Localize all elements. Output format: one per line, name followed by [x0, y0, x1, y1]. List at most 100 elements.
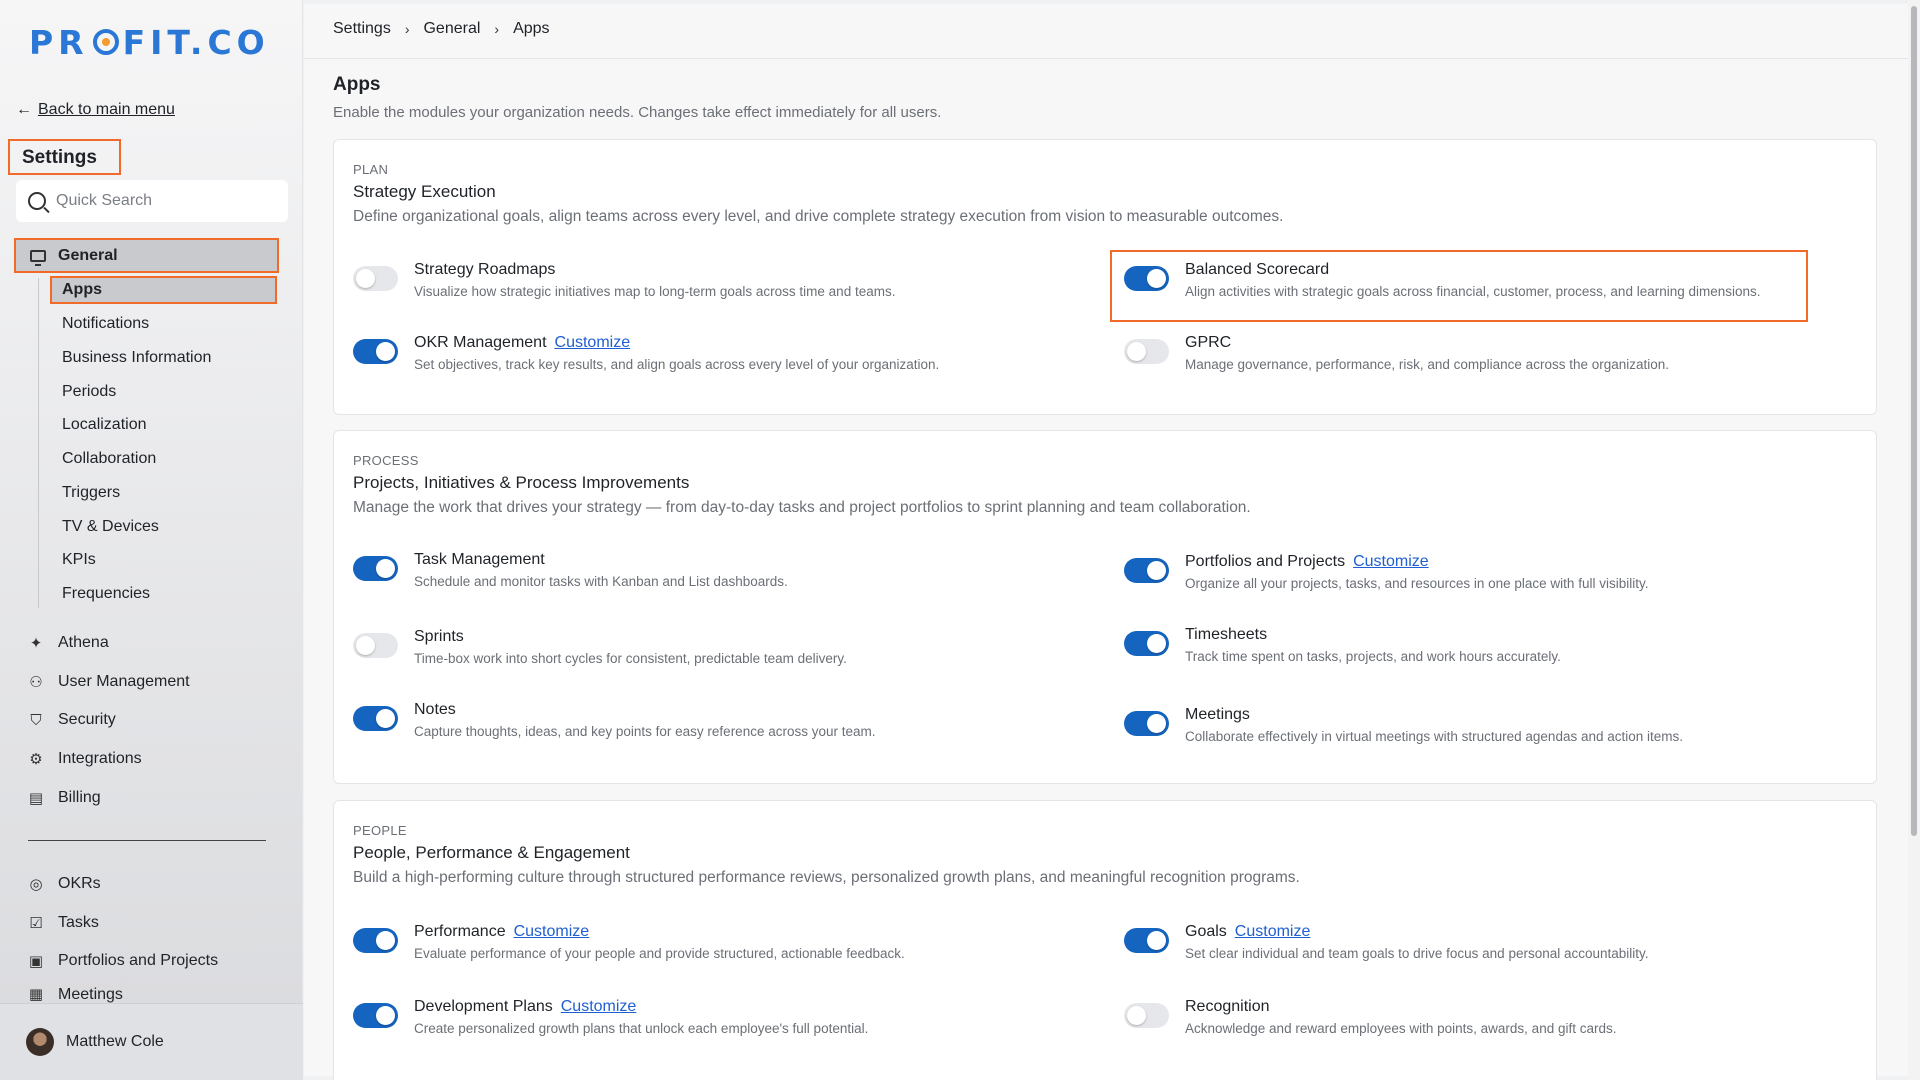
app-description: Organize all your projects, tasks, and r…: [1185, 576, 1649, 591]
toggle-knob: [356, 269, 375, 288]
clipboard-icon: ☑: [29, 914, 43, 932]
sidebar-item-meetings[interactable]: ▦ Meetings: [28, 986, 123, 1003]
customize-link[interactable]: Customize: [1235, 923, 1311, 941]
section-card-plan: PLAN Strategy Execution Define organizat…: [333, 139, 1877, 415]
customize-link[interactable]: Customize: [561, 998, 637, 1016]
app-name: Recognition: [1185, 998, 1270, 1015]
target-icon: ◎: [29, 875, 43, 893]
breadcrumb-apps: Apps: [513, 20, 550, 37]
toggle-switch[interactable]: [1124, 339, 1169, 364]
toggle-switch[interactable]: [1124, 711, 1169, 736]
app-development-plans: Development Plans Customize Create perso…: [353, 998, 868, 1036]
subnav-item-apps[interactable]: Apps: [50, 276, 277, 304]
toggle-switch[interactable]: [353, 1003, 398, 1028]
breadcrumb: Settings › General › Apps: [333, 20, 550, 38]
app-performance: Performance Customize Evaluate performan…: [353, 923, 905, 961]
toggle-switch[interactable]: [1124, 928, 1169, 953]
sidebar-item-okrs[interactable]: ◎ OKRs: [28, 870, 101, 898]
subnav-item-frequencies[interactable]: Frequencies: [50, 580, 277, 608]
sidebar-item-label: Integrations: [58, 750, 142, 767]
logo-text-end: FIT.CO: [122, 22, 270, 62]
toggle-switch[interactable]: [1124, 1003, 1169, 1028]
sidebar-item-label: Security: [58, 711, 116, 728]
section-card-process: PROCESS Projects, Initiatives & Process …: [333, 430, 1877, 784]
toggle-knob: [1127, 1006, 1146, 1025]
page-scrollbar[interactable]: [1908, 0, 1920, 1080]
sidebar-item-billing[interactable]: ▤ Billing: [28, 784, 101, 812]
subnav-item-kpis[interactable]: KPIs: [50, 546, 277, 574]
app-description: Visualize how strategic initiatives map …: [414, 284, 896, 299]
toggle-knob: [376, 931, 395, 950]
briefcase-icon: ▣: [28, 952, 44, 970]
app-name: Notes: [414, 701, 456, 718]
chevron-right-icon: ›: [404, 21, 410, 37]
breadcrumb-settings[interactable]: Settings: [333, 20, 391, 38]
subnav-item-business-information[interactable]: Business Information: [50, 344, 277, 372]
app-portfolios-and-projects: Portfolios and Projects Customize Organi…: [1124, 553, 1648, 591]
app-goals: Goals Customize Set clear individual and…: [1124, 923, 1649, 961]
toggle-switch[interactable]: [353, 266, 398, 291]
sidebar-item-security[interactable]: ⛉ Security: [28, 706, 116, 734]
back-link-label: Back to main menu: [38, 101, 175, 118]
sidebar-item-label: Athena: [58, 634, 109, 651]
app-name: Goals: [1185, 923, 1227, 940]
toggle-knob: [1147, 634, 1166, 653]
toggle-switch[interactable]: [1124, 558, 1169, 583]
app-name: Portfolios and Projects: [1185, 553, 1346, 570]
sidebar-item-integrations[interactable]: ⚙ Integrations: [28, 745, 142, 773]
sidebar-item-label: OKRs: [58, 875, 101, 892]
user-profile[interactable]: Matthew Cole: [0, 1003, 303, 1080]
gear-icon: ⚙: [29, 750, 43, 768]
sidebar-item-label: Portfolios and Projects: [58, 952, 219, 969]
toggle-knob: [1147, 931, 1166, 950]
sidebar-item-general[interactable]: General: [14, 238, 279, 273]
toggle-switch[interactable]: [1124, 631, 1169, 656]
customize-link[interactable]: Customize: [514, 923, 590, 941]
breadcrumb-general[interactable]: General: [423, 20, 480, 38]
app-description: Schedule and monitor tasks with Kanban a…: [414, 574, 788, 589]
app-description: Time-box work into short cycles for cons…: [414, 651, 847, 666]
sidebar-item-portfolios-and-projects[interactable]: ▣ Portfolios and Projects: [28, 947, 218, 975]
settings-heading: Settings: [8, 139, 121, 175]
subnav-item-localization[interactable]: Localization: [50, 411, 277, 439]
app-strategy-roadmaps: Strategy Roadmaps Visualize how strategi…: [353, 261, 895, 299]
page-subtitle: Enable the modules your organization nee…: [333, 104, 942, 121]
toggle-knob: [1147, 714, 1166, 733]
app-description: Track time spent on tasks, projects, and…: [1185, 649, 1561, 664]
app-timesheets: Timesheets Track time spent on tasks, pr…: [1124, 626, 1561, 664]
app-description: Set clear individual and team goals to d…: [1185, 946, 1649, 961]
sparkle-icon: ✦: [29, 634, 43, 652]
customize-link[interactable]: Customize: [555, 334, 631, 352]
subnav-item-tv-devices[interactable]: TV & Devices: [50, 513, 277, 541]
app-okr-management: OKR Management Customize Set objectives,…: [353, 334, 939, 372]
back-to-main-menu-link[interactable]: ← Back to main menu: [16, 101, 175, 119]
sidebar: PR FIT.CO ← Back to main menu Settings G…: [0, 0, 303, 1080]
sidebar-item-label: General: [58, 246, 118, 264]
app-description: Collaborate effectively in virtual meeti…: [1185, 729, 1684, 744]
sidebar-item-label: Meetings: [58, 986, 123, 1003]
toggle-switch[interactable]: [353, 706, 398, 731]
toggle-switch[interactable]: [353, 633, 398, 658]
scrollbar-thumb[interactable]: [1911, 6, 1917, 836]
subnav-item-triggers[interactable]: Triggers: [50, 479, 277, 507]
app-name: Meetings: [1185, 706, 1250, 723]
subnav-item-collaboration[interactable]: Collaboration: [50, 445, 277, 473]
toggle-switch[interactable]: [353, 928, 398, 953]
arrow-left-icon: ←: [16, 101, 32, 118]
customize-link[interactable]: Customize: [1353, 553, 1429, 571]
app-description: Acknowledge and reward employees with po…: [1185, 1021, 1617, 1036]
section-title: Strategy Execution: [353, 182, 496, 201]
subnav-item-periods[interactable]: Periods: [50, 378, 277, 406]
section-card-people: PEOPLE People, Performance & Engagement …: [333, 800, 1877, 1080]
profitco-logo[interactable]: PR FIT.CO: [29, 22, 270, 62]
sidebar-item-athena[interactable]: ✦ Athena: [28, 629, 109, 657]
monitor-icon: [30, 249, 46, 266]
quick-search[interactable]: [16, 180, 288, 222]
toggle-switch[interactable]: [353, 556, 398, 581]
subnav-item-notifications[interactable]: Notifications: [50, 310, 277, 338]
sidebar-item-tasks[interactable]: ☑ Tasks: [28, 909, 99, 937]
toggle-switch[interactable]: [353, 339, 398, 364]
quick-search-input[interactable]: [56, 192, 276, 210]
section-description: Build a high-performing culture through …: [353, 869, 1300, 886]
sidebar-item-user-management[interactable]: ⚇ User Management: [28, 668, 189, 696]
